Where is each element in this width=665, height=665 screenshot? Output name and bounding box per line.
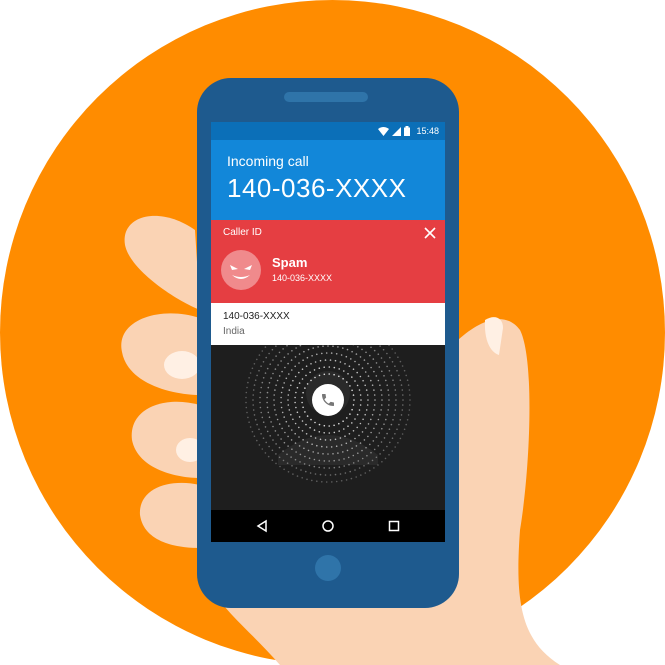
caller-silhouette-body [278,435,378,465]
caller-number: 140-036-XXXX [227,173,407,203]
home-icon[interactable] [321,519,335,533]
incoming-call-header: Incoming call 140-036-XXXX [211,140,445,220]
signal-icon [392,126,402,136]
status-bar: 15:48 [211,122,445,140]
phone-home-button[interactable] [315,555,341,581]
navigation-bar [211,510,445,542]
caller-id-card: Caller ID Spam 140-036-XXXX [211,220,445,303]
phone-icon [322,394,334,406]
recents-icon[interactable] [387,519,401,533]
info-number: 140-036-XXXX [223,311,290,322]
close-icon[interactable] [423,226,437,240]
spam-face-icon [221,250,261,290]
spam-number: 140-036-XXXX [272,273,333,283]
answer-call-button[interactable] [312,384,344,416]
incoming-call-label: Incoming call [227,153,309,169]
phone-screen: 15:48 Incoming call 140-036-XXXX Caller … [211,122,445,542]
spam-title: Spam [272,255,308,270]
caller-id-label: Caller ID [223,227,262,238]
phone-speaker [284,92,368,102]
ripple-dots [245,345,411,483]
phone: 15:48 Incoming call 140-036-XXXX Caller … [197,78,459,608]
info-country: India [223,326,245,337]
back-icon[interactable] [255,519,269,533]
wifi-icon [378,126,390,136]
status-time: 15:48 [416,126,439,136]
battery-icon [404,126,411,136]
caller-info: 140-036-XXXX India [211,303,445,345]
